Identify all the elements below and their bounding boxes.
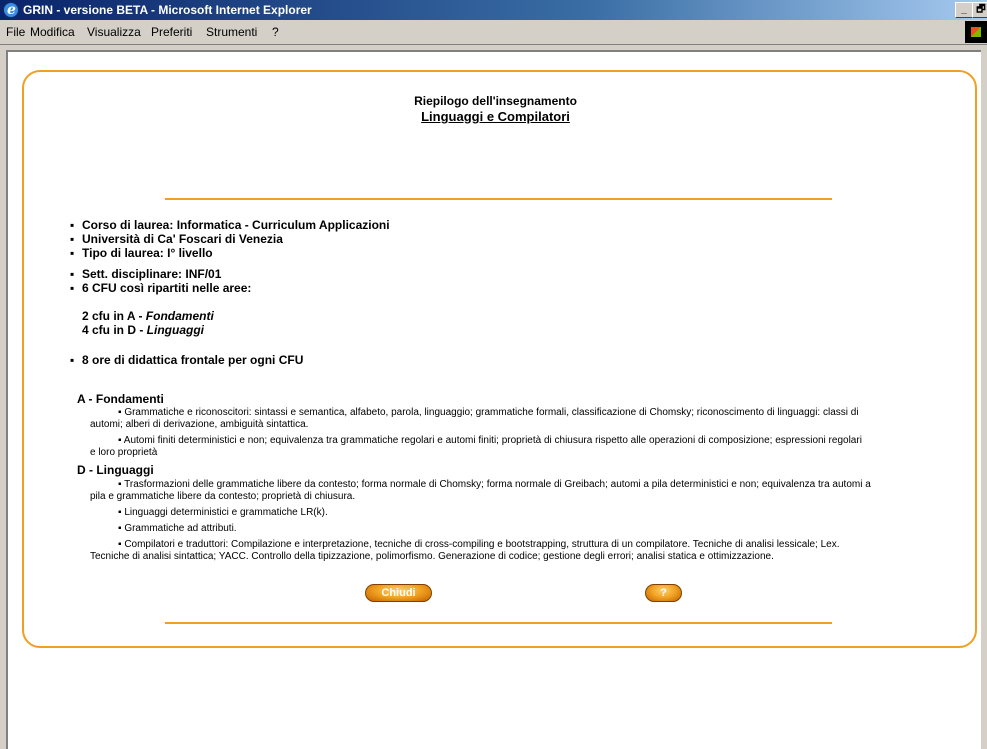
info-degree-type: ▪ Tipo di laurea: I° livello bbox=[70, 246, 213, 260]
menu-modifica[interactable]: Modifica bbox=[30, 25, 75, 39]
menu-strumenti[interactable]: Strumenti bbox=[206, 25, 257, 39]
internet-explorer-icon[interactable] bbox=[3, 0, 19, 20]
info-cfu: ▪ 6 CFU così ripartiti nelle aree: bbox=[70, 281, 252, 295]
bullet-icon: ▪ bbox=[70, 353, 75, 367]
info-hours: ▪ 8 ore di didattica frontale per ogni CF… bbox=[70, 353, 304, 367]
page-viewport[interactable]: Riepilogo dell'insegnamento Linguaggi e … bbox=[6, 50, 981, 749]
bullet-icon: ▪ bbox=[70, 218, 75, 232]
menu-file[interactable]: File bbox=[6, 25, 25, 39]
bullet-icon: ▪ bbox=[70, 232, 75, 246]
info-university: ▪ Università di Ca' Foscari di Venezia bbox=[70, 232, 283, 246]
bullet-icon: ▪ bbox=[70, 281, 75, 295]
windows-logo-icon bbox=[965, 21, 987, 43]
topic-item: ▪ Trasformazioni delle grammatiche liber… bbox=[90, 479, 871, 502]
window-title: GRIN - versione BETA - Microsoft Interne… bbox=[23, 3, 312, 17]
divider-bottom bbox=[165, 622, 832, 624]
minimize-button[interactable]: _ bbox=[955, 2, 973, 18]
cfu-area-a: 2 cfu in A - Fondamenti bbox=[82, 309, 214, 323]
topic-item: ▪ Compilatori e traduttori: Compilazione… bbox=[90, 539, 840, 562]
menu-help[interactable]: ? bbox=[272, 25, 279, 39]
info-sector: ▪ Sett. disciplinare: INF/01 bbox=[70, 267, 222, 281]
bullet-icon: ▪ bbox=[70, 246, 75, 260]
maximize-button[interactable]: 🗗 bbox=[972, 2, 987, 18]
window-edge bbox=[981, 50, 987, 749]
menu-visualizza[interactable]: Visualizza bbox=[87, 25, 141, 39]
course-title: Linguaggi e Compilatori bbox=[421, 109, 570, 124]
close-button[interactable]: Chiudi bbox=[365, 584, 432, 602]
cfu-area-d: 4 cfu in D - Linguaggi bbox=[82, 323, 204, 337]
divider-top bbox=[165, 198, 832, 200]
menu-bar: File Modifica Visualizza Preferiti Strum… bbox=[0, 20, 987, 45]
window-titlebar: GRIN - versione BETA - Microsoft Interne… bbox=[0, 0, 987, 20]
page-heading: Riepilogo dell'insegnamento bbox=[414, 94, 577, 108]
topic-item: ▪ Linguaggi deterministici e grammatiche… bbox=[118, 507, 328, 518]
topic-item: ▪ Grammatiche ad attributi. bbox=[118, 523, 237, 534]
menu-preferiti[interactable]: Preferiti bbox=[151, 25, 192, 39]
info-degree-course: ▪ Corso di laurea: Informatica - Curricul… bbox=[70, 218, 390, 232]
section-title-linguaggi: D - Linguaggi bbox=[77, 463, 154, 477]
section-title-fondamenti: A - Fondamenti bbox=[77, 392, 164, 406]
help-button[interactable]: ? bbox=[645, 584, 682, 602]
bullet-icon: ▪ bbox=[70, 267, 75, 281]
topic-item: ▪ Grammatiche e riconoscitori: sintassi … bbox=[90, 407, 859, 430]
topic-item: ▪ Automi finiti deterministici e non; eq… bbox=[90, 435, 862, 458]
